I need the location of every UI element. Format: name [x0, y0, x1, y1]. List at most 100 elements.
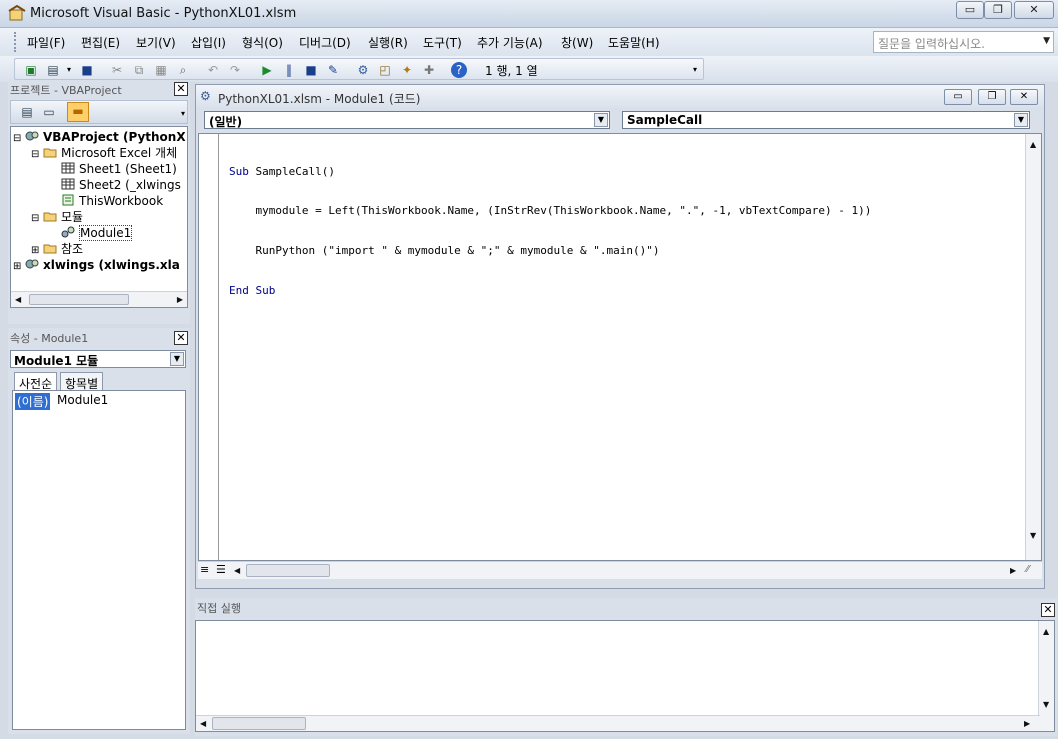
tab-categorized[interactable]: 항목별 — [60, 372, 104, 392]
margin-indicator-bar[interactable] — [199, 134, 219, 560]
maximize-button[interactable]: ❐ — [984, 1, 1012, 19]
toolbar-options-icon[interactable]: ▾ — [687, 62, 703, 78]
tree-node[interactable]: Sheet1 (Sheet1) — [13, 161, 187, 177]
tree-node[interactable]: ⊟ Microsoft Excel 개체 — [13, 145, 187, 163]
chevron-down-icon[interactable]: ▼ — [170, 352, 184, 366]
code-vscrollbar[interactable]: ▲ ▼ — [1025, 134, 1041, 560]
menu-file[interactable]: 파일(F) — [27, 34, 65, 51]
sheet-icon — [61, 162, 75, 174]
tree-node[interactable]: Sheet2 (_xlwings — [13, 177, 187, 193]
scroll-right-icon[interactable]: ▶ — [1024, 719, 1030, 728]
menu-window[interactable]: 창(W) — [561, 34, 593, 51]
tree-hscrollbar[interactable]: ◀ ▶ — [11, 291, 187, 307]
project-pane-close-icon[interactable]: ✕ — [174, 82, 188, 96]
object-combo[interactable]: (일반) ▼ — [204, 111, 610, 129]
tree-node[interactable]: ⊟ VBAProject (PythonX — [13, 129, 187, 147]
code-line[interactable]: Sub SampleCall() — [229, 165, 871, 178]
tree-node[interactable]: Module1 — [13, 225, 187, 241]
help-search-input[interactable]: 질문을 입력하십시오. ▼ — [873, 31, 1054, 53]
code-editor[interactable]: Sub SampleCall() mymodule = Left(ThisWor… — [198, 133, 1042, 561]
menu-addins[interactable]: 추가 기능(A) — [477, 34, 543, 51]
collapse-icon[interactable]: ⊟ — [31, 211, 43, 227]
scroll-left-icon[interactable]: ◀ — [200, 719, 206, 728]
view-object-icon[interactable]: ▭ — [41, 104, 57, 120]
scroll-left-icon[interactable]: ◀ — [15, 295, 21, 304]
code-line[interactable]: End Sub — [229, 284, 871, 297]
scroll-up-icon[interactable]: ▲ — [1043, 627, 1049, 636]
code-minimize-icon[interactable]: ▭ — [944, 89, 972, 105]
object-selector[interactable]: Module1 모듈 ▼ — [10, 350, 186, 368]
procedure-view-icon[interactable]: ≡ — [200, 563, 209, 576]
cut-icon[interactable]: ✂ — [109, 62, 125, 78]
redo-icon[interactable]: ↷ — [227, 62, 243, 78]
help-icon[interactable]: ? — [451, 62, 467, 78]
dropdown-arrow-icon[interactable]: ▼ — [1043, 36, 1050, 46]
proj-toolbar-options-icon[interactable]: ▾ — [181, 109, 185, 118]
menu-view[interactable]: 보기(V) — [136, 34, 176, 51]
full-module-view-icon[interactable]: ☰ — [216, 563, 226, 576]
break-icon[interactable]: ‖ — [281, 62, 297, 78]
tree-scroll-thumb[interactable] — [29, 294, 129, 305]
code-scroll-thumb[interactable] — [246, 564, 330, 577]
expand-icon[interactable]: ⊞ — [13, 259, 25, 275]
insert-dropdown-icon[interactable]: ▾ — [61, 62, 77, 78]
code-line[interactable]: RunPython ("import " & mymodule & ";" & … — [229, 244, 871, 257]
immediate-scroll-thumb[interactable] — [212, 717, 306, 730]
code-hscrollbar[interactable]: ≡ ☰ ◀ ▶ ⁄⁄ — [198, 561, 1042, 579]
menu-debug[interactable]: 디버그(D) — [299, 34, 351, 51]
tree-node[interactable]: ⊟ 모듈 — [13, 209, 187, 227]
resize-grip-icon[interactable]: ⁄⁄ — [1026, 564, 1029, 575]
scroll-down-icon[interactable]: ▼ — [1043, 700, 1049, 709]
close-button[interactable]: ✕ — [1014, 1, 1054, 19]
properties-window-icon[interactable]: ◰ — [377, 62, 393, 78]
tree-node[interactable]: ThisWorkbook — [13, 193, 187, 209]
run-icon[interactable]: ▶ — [259, 62, 275, 78]
paste-icon[interactable]: ▦ — [153, 62, 169, 78]
scroll-left-icon[interactable]: ◀ — [234, 566, 240, 575]
procedure-combo[interactable]: SampleCall ▼ — [622, 111, 1030, 129]
collapse-icon[interactable]: ⊟ — [31, 147, 43, 163]
code-text[interactable]: Sub SampleCall() mymodule = Left(ThisWor… — [229, 138, 871, 324]
props-pane-close-icon[interactable]: ✕ — [174, 331, 188, 345]
project-explorer-icon[interactable]: ⚙ — [355, 62, 371, 78]
property-value[interactable]: Module1 — [57, 393, 108, 407]
tree-node[interactable]: ⊞ 참조 — [13, 241, 187, 257]
code-close-icon[interactable]: ✕ — [1010, 89, 1038, 105]
menu-run[interactable]: 실행(R) — [368, 34, 408, 51]
immediate-hscrollbar[interactable]: ◀ ▶ — [196, 715, 1040, 731]
design-mode-icon[interactable]: ✎ — [325, 62, 341, 78]
menu-help[interactable]: 도움말(H) — [608, 34, 660, 51]
menu-insert[interactable]: 삽입(I) — [191, 34, 226, 51]
object-browser-icon[interactable]: ✦ — [399, 62, 415, 78]
menu-grip[interactable] — [14, 32, 17, 52]
view-code-icon[interactable]: ▤ — [19, 104, 35, 120]
insert-userform-icon[interactable]: ▤ — [45, 62, 61, 78]
tree-node[interactable]: ⊞ xlwings (xlwings.xla — [13, 257, 187, 275]
menu-edit[interactable]: 편집(E) — [81, 34, 120, 51]
scroll-right-icon[interactable]: ▶ — [1010, 566, 1016, 575]
excel-view-icon[interactable]: ▣ — [23, 62, 39, 78]
toggle-folders-icon[interactable]: ▬ — [67, 102, 89, 122]
scroll-right-icon[interactable]: ▶ — [177, 295, 183, 304]
save-icon[interactable]: ■ — [79, 62, 95, 78]
minimize-button[interactable]: ▭ — [956, 1, 984, 19]
collapse-icon[interactable]: ⊟ — [13, 131, 25, 147]
code-maximize-icon[interactable]: ❐ — [978, 89, 1006, 105]
scroll-down-icon[interactable]: ▼ — [1030, 531, 1036, 540]
immediate-close-icon[interactable]: ✕ — [1041, 603, 1055, 617]
immediate-vscrollbar[interactable]: ▲ ▼ — [1038, 621, 1054, 731]
menu-format[interactable]: 형식(O) — [242, 34, 283, 51]
immediate-input[interactable]: ▲ ▼ ◀ ▶ — [195, 620, 1055, 732]
property-name[interactable]: (이름) — [15, 393, 51, 410]
undo-icon[interactable]: ↶ — [205, 62, 221, 78]
find-icon[interactable]: ⌕ — [175, 62, 191, 78]
reset-icon[interactable]: ■ — [303, 62, 319, 78]
tab-alphabetic[interactable]: 사전순 — [14, 372, 58, 392]
chevron-down-icon[interactable]: ▼ — [594, 113, 608, 127]
chevron-down-icon[interactable]: ▼ — [1014, 113, 1028, 127]
menu-tools[interactable]: 도구(T) — [423, 34, 462, 51]
toolbox-icon[interactable]: ✚ — [421, 62, 437, 78]
scroll-up-icon[interactable]: ▲ — [1030, 140, 1036, 149]
code-line[interactable]: mymodule = Left(ThisWorkbook.Name, (InSt… — [229, 204, 871, 217]
copy-icon[interactable]: ⧉ — [131, 62, 147, 78]
